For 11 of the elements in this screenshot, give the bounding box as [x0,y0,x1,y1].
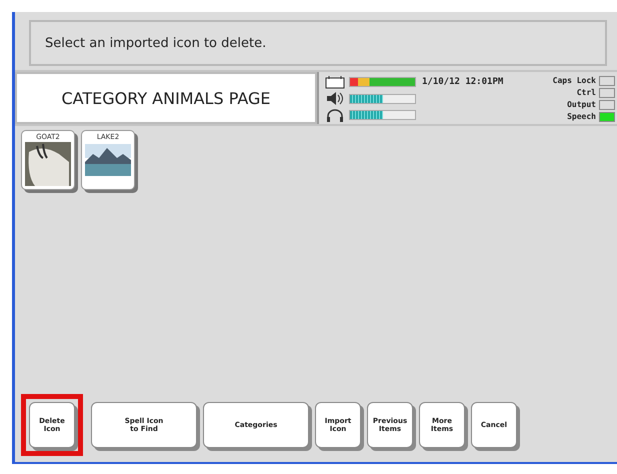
goat-photo [25,142,71,186]
indicator-label: Ctrl [576,88,596,97]
indicator-label: Output [567,100,596,109]
headphones-icon [325,108,345,122]
message-bar: Select an imported icon to delete. [29,20,607,66]
page-title: CATEGORY ANIMALS PAGE [15,72,317,124]
calendar-icon [325,76,345,88]
speaker-icon [325,92,345,105]
date-time: 1/10/12 12:01PM [422,77,504,89]
indicator-label: Speech [567,112,596,121]
indicator-label: Caps Lock [552,76,596,85]
